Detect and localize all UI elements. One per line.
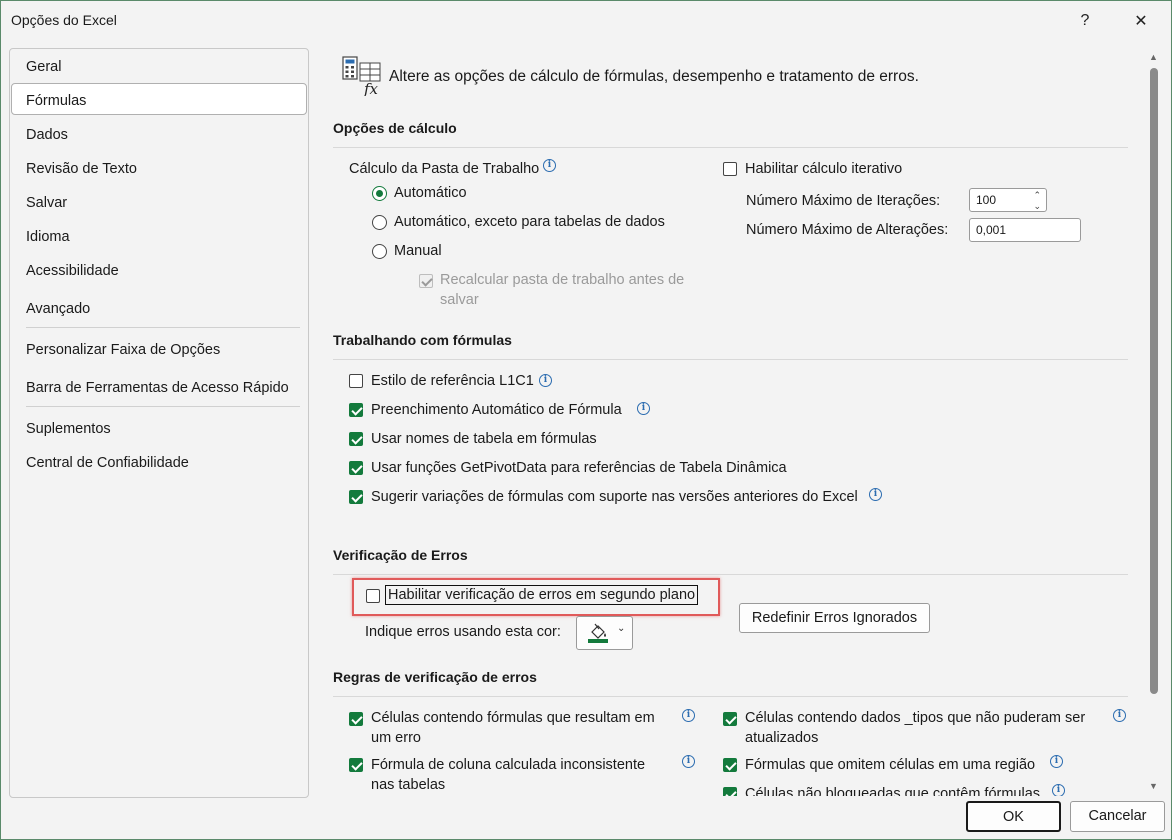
sidebar-divider <box>26 327 300 328</box>
table-names-checkbox[interactable] <box>349 432 363 446</box>
ok-button[interactable]: OK <box>966 801 1061 832</box>
sidebar-item-salvar[interactable]: Salvar <box>26 195 67 211</box>
sidebar-divider <box>26 406 300 407</box>
sidebar-item-confiabilidade[interactable]: Central de Confiabilidade <box>26 455 189 471</box>
dialog-title: Opções do Excel <box>11 12 117 28</box>
error-color-picker[interactable]: ⌄ <box>576 616 633 650</box>
sidebar-item-revisao[interactable]: Revisão de Texto <box>26 161 137 177</box>
info-icon: i <box>539 374 552 387</box>
recalc-before-save-label: Recalcular pasta de trabalho antes de <box>440 272 685 288</box>
info-icon: i <box>637 402 650 415</box>
rule-data-types-checkbox[interactable] <box>723 712 737 726</box>
spin-down-icon[interactable]: ⌄ <box>1033 195 1041 217</box>
radio-automatico-exceto[interactable] <box>372 215 387 230</box>
error-check-section-title: Verificação de Erros <box>333 547 468 563</box>
info-icon: i <box>1052 784 1065 796</box>
info-icon: i <box>1050 755 1063 768</box>
max-changes-field[interactable]: 0,001 <box>969 218 1081 242</box>
scrollbar-thumb[interactable] <box>1150 68 1158 694</box>
max-iterations-field[interactable]: 100 ⌃ ⌄ <box>969 188 1047 212</box>
sidebar-item-formulas[interactable]: Fórmulas <box>26 93 86 109</box>
sidebar-item-suplementos[interactable]: Suplementos <box>26 421 111 437</box>
radio-automatico-label[interactable]: Automático <box>394 185 467 201</box>
scroll-up-icon[interactable]: ▲ <box>1149 52 1158 62</box>
background-error-check-checkbox[interactable] <box>366 589 380 603</box>
rule-omit-cells-label[interactable]: Fórmulas que omitem células em uma regiã… <box>745 757 1035 773</box>
info-icon: i <box>682 709 695 722</box>
rule-unlocked-cells-checkbox[interactable] <box>723 787 737 796</box>
info-icon: i <box>543 159 556 172</box>
radio-manual-label[interactable]: Manual <box>394 243 442 259</box>
sidebar-item-dados[interactable]: Dados <box>26 127 68 143</box>
section-divider <box>333 574 1128 575</box>
suggest-variations-label[interactable]: Sugerir variações de fórmulas com suport… <box>371 489 858 505</box>
sidebar-item-idioma[interactable]: Idioma <box>26 229 70 245</box>
max-iterations-value: 100 <box>976 193 997 207</box>
getpivotdata-label[interactable]: Usar funções GetPivotData para referênci… <box>371 460 787 476</box>
formulas-panel: fx Altere as opções de cálculo de fórmul… <box>319 48 1145 796</box>
recalc-before-save-label-2: salvar <box>440 292 479 308</box>
rule-data-types-label-2[interactable]: atualizados <box>745 730 818 746</box>
close-button[interactable]: ✕ <box>1128 8 1154 34</box>
chevron-down-icon: ⌄ <box>617 623 626 634</box>
rule-formula-error-label-2[interactable]: um erro <box>371 730 421 746</box>
info-icon: i <box>869 488 882 501</box>
radio-manual[interactable] <box>372 244 387 259</box>
sidebar-item-geral[interactable]: Geral <box>26 59 61 75</box>
suggest-variations-checkbox[interactable] <box>349 490 363 504</box>
section-divider <box>333 696 1128 697</box>
scroll-down-icon[interactable]: ▼ <box>1149 781 1158 791</box>
excel-options-dialog: Opções do Excel ? ✕ Geral Fórmulas Dados… <box>0 0 1172 840</box>
max-iterations-label: Número Máximo de Iterações: <box>746 193 941 209</box>
iterative-calc-label[interactable]: Habilitar cálculo iterativo <box>745 161 902 177</box>
panel-description: Altere as opções de cálculo de fórmulas,… <box>389 68 919 85</box>
reset-ignored-errors-button[interactable]: Redefinir Erros Ignorados <box>739 603 930 633</box>
rule-data-types-label[interactable]: Células contendo dados _tipos que não pu… <box>745 710 1085 726</box>
info-icon: i <box>682 755 695 768</box>
info-icon: i <box>1113 709 1126 722</box>
cancel-button[interactable]: Cancelar <box>1070 801 1165 832</box>
error-rules-section-title: Regras de verificação de erros <box>333 669 537 685</box>
radio-automatico[interactable] <box>372 186 387 201</box>
formula-calculator-icon: fx <box>342 56 381 96</box>
max-changes-label: Número Máximo de Alterações: <box>746 222 949 238</box>
rule-calc-column-checkbox[interactable] <box>349 758 363 772</box>
help-button[interactable]: ? <box>1072 8 1098 34</box>
rule-omit-cells-checkbox[interactable] <box>723 758 737 772</box>
r1c1-checkbox[interactable] <box>349 374 363 388</box>
section-divider <box>333 359 1128 360</box>
iterative-calc-checkbox[interactable] <box>723 162 737 176</box>
vertical-scrollbar[interactable]: ▲ ▼ <box>1147 48 1161 796</box>
rule-calc-column-label[interactable]: Fórmula de coluna calculada inconsistent… <box>371 757 645 773</box>
svg-text:fx: fx <box>363 80 379 96</box>
rule-formula-error-label[interactable]: Células contendo fórmulas que resultam e… <box>371 710 655 726</box>
sidebar-item-personalizar-faixa[interactable]: Personalizar Faixa de Opções <box>26 342 220 358</box>
recalc-before-save-checkbox <box>419 274 433 288</box>
paint-bucket-icon <box>588 623 608 643</box>
r1c1-label[interactable]: Estilo de referência L1C1 <box>371 373 534 389</box>
rule-calc-column-label-2[interactable]: nas tabelas <box>371 777 445 793</box>
radio-automatico-exceto-label[interactable]: Automático, exceto para tabelas de dados <box>394 214 665 230</box>
workbook-calc-label: Cálculo da Pasta de Trabalho <box>349 161 540 177</box>
rule-formula-error-checkbox[interactable] <box>349 712 363 726</box>
section-divider <box>333 147 1128 148</box>
formula-autocomplete-label[interactable]: Preenchimento Automático de Fórmula <box>371 402 622 418</box>
getpivotdata-checkbox[interactable] <box>349 461 363 475</box>
calc-section-title: Opções de cálculo <box>333 120 457 136</box>
table-names-label[interactable]: Usar nomes de tabela em fórmulas <box>371 431 597 447</box>
sidebar-item-avancado[interactable]: Avançado <box>26 301 90 317</box>
sidebar: Geral Fórmulas Dados Revisão de Texto Sa… <box>9 48 309 798</box>
rule-unlocked-cells-label[interactable]: Células não bloqueadas que contêm fórmul… <box>745 786 1040 796</box>
indicate-errors-label: Indique erros usando esta cor: <box>365 624 561 640</box>
background-error-check-label[interactable]: Habilitar verificação de erros em segund… <box>385 585 699 605</box>
max-changes-value: 0,001 <box>976 223 1007 237</box>
formula-autocomplete-checkbox[interactable] <box>349 403 363 417</box>
sidebar-item-acessibilidade[interactable]: Acessibilidade <box>26 263 119 279</box>
sidebar-item-acesso-rapido[interactable]: Barra de Ferramentas de Acesso Rápido <box>26 380 289 396</box>
formulas-section-title: Trabalhando com fórmulas <box>333 332 512 348</box>
